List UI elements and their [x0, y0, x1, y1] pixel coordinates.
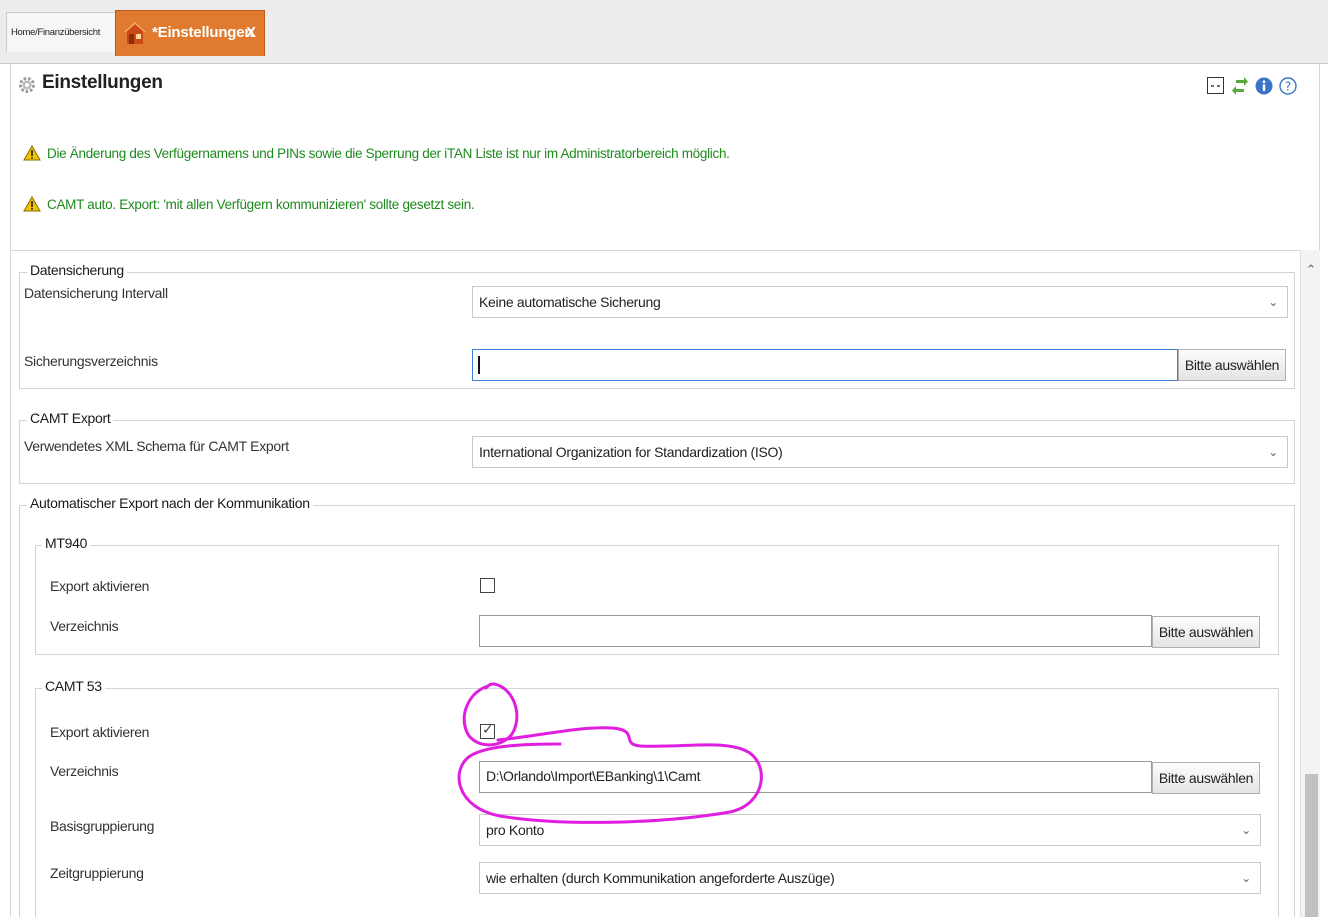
info-icon[interactable] — [1254, 76, 1274, 96]
close-tab-icon[interactable]: X — [246, 11, 256, 55]
tab-settings[interactable]: *Einstellungen X — [115, 10, 265, 56]
tab-home[interactable]: Home/Finanzübersicht — [6, 12, 116, 52]
vertical-scrollbar[interactable]: ⌃ — [1300, 250, 1320, 917]
time-grouping-select[interactable]: wie erhalten (durch Kommunikation angefo… — [479, 862, 1261, 894]
svg-text:?: ? — [1285, 80, 1291, 94]
chevron-down-icon: ⌄ — [1241, 823, 1251, 837]
camt53-dir-input[interactable]: D:\Orlando\Import\EBanking\1\Camt — [479, 761, 1152, 793]
camt53-enable-checkbox[interactable]: ✓ — [480, 721, 495, 739]
warning-message-camt: CAMT auto. Export: 'mit allen Verfügern … — [23, 196, 475, 212]
checkmark-icon: ✓ — [482, 721, 494, 737]
datensicherung-legend: Datensicherung — [27, 262, 127, 278]
xml-schema-select[interactable]: International Organization for Standardi… — [472, 436, 1288, 468]
backup-dir-browse-button[interactable]: Bitte auswählen — [1178, 349, 1286, 381]
tab-bar: Home/Finanzübersicht *Einstellungen X — [0, 0, 1328, 64]
xml-schema-value: International Organization for Standardi… — [479, 444, 783, 460]
time-grouping-value: wie erhalten (durch Kommunikation angefo… — [486, 870, 835, 886]
camt-export-legend: CAMT Export — [27, 410, 114, 426]
warning-icon — [23, 145, 41, 161]
warning-text-admin: Die Änderung des Verfügernamens und PINs… — [47, 146, 730, 161]
xml-schema-label: Verwendetes XML Schema für CAMT Export — [24, 438, 289, 454]
backup-interval-value: Keine automatische Sicherung — [479, 294, 661, 310]
page-title: Einstellungen — [42, 72, 163, 93]
refresh-icon[interactable] — [1230, 76, 1250, 96]
chevron-down-icon: ⌄ — [1268, 445, 1278, 459]
time-grouping-label: Zeitgruppierung — [50, 865, 144, 881]
camt53-dir-value: D:\Orlando\Import\EBanking\1\Camt — [486, 768, 701, 784]
chevron-down-icon: ⌄ — [1268, 295, 1278, 309]
text-caret — [478, 356, 480, 374]
base-grouping-select[interactable]: pro Konto ⌄ — [479, 814, 1261, 846]
backup-dir-input[interactable] — [472, 349, 1178, 381]
mt940-enable-label: Export aktivieren — [50, 578, 150, 594]
mt940-dir-browse-button[interactable]: Bitte auswählen — [1152, 616, 1260, 648]
base-grouping-label: Basisgruppierung — [50, 818, 155, 834]
gear-icon — [19, 77, 35, 93]
camt53-dir-browse-button[interactable]: Bitte auswählen — [1152, 762, 1260, 794]
scroll-up-icon[interactable]: ⌃ — [1301, 262, 1321, 278]
scrollbar-thumb[interactable] — [1305, 774, 1318, 917]
mt940-enable-checkbox[interactable] — [480, 578, 495, 593]
warning-message-admin: Die Änderung des Verfügernamens und PINs… — [23, 145, 730, 161]
chevron-down-icon: ⌄ — [1241, 871, 1251, 885]
home-icon — [124, 22, 146, 44]
mt940-legend: MT940 — [42, 535, 91, 551]
warning-icon — [23, 196, 41, 212]
help-icon[interactable]: ? — [1278, 76, 1298, 96]
camt53-dir-label: Verzeichnis — [50, 763, 119, 779]
mt940-dir-input[interactable] — [479, 615, 1152, 647]
backup-dir-label: Sicherungsverzeichnis — [24, 353, 158, 369]
camt53-legend: CAMT 53 — [42, 678, 105, 694]
backup-interval-label: Datensicherung Intervall — [24, 285, 168, 301]
tab-settings-label: *Einstellungen — [152, 24, 254, 41]
base-grouping-value: pro Konto — [486, 822, 545, 838]
collapse-icon[interactable] — [1206, 76, 1226, 96]
camt53-enable-label: Export aktivieren — [50, 724, 150, 740]
warning-text-camt: CAMT auto. Export: 'mit allen Verfügern … — [47, 197, 475, 212]
backup-interval-select[interactable]: Keine automatische Sicherung ⌄ — [472, 286, 1288, 318]
mt940-dir-label: Verzeichnis — [50, 618, 119, 634]
auto-export-legend: Automatischer Export nach der Kommunikat… — [27, 495, 313, 511]
